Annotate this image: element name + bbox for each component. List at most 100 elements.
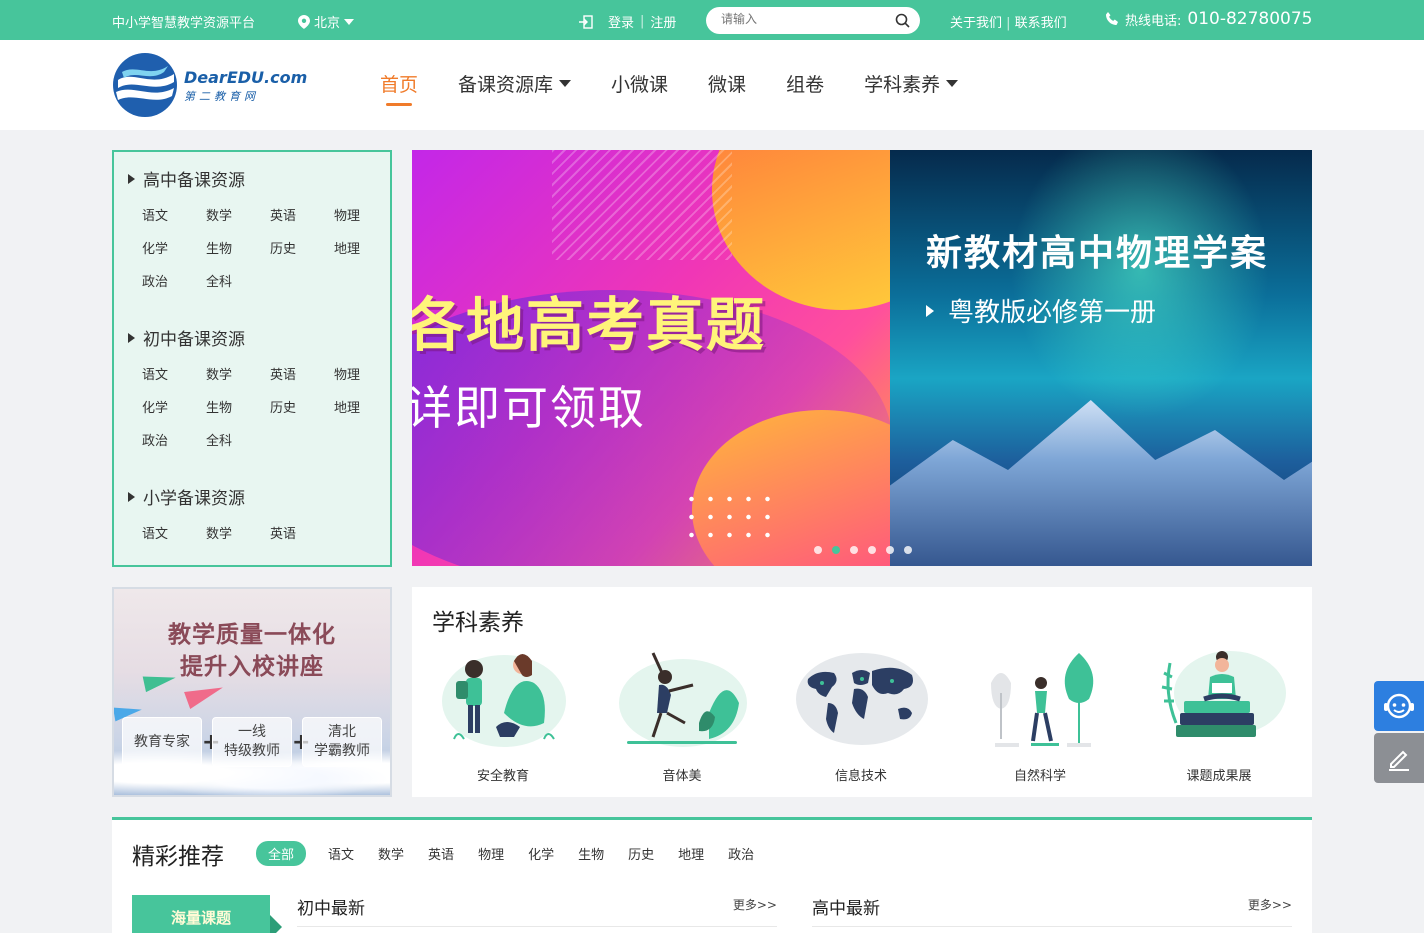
plus-icon: + <box>202 730 220 755</box>
banner-slide-exams[interactable]: 各地高考真题 详即可领取 <box>412 150 890 566</box>
subject-link[interactable]: 政治 <box>142 271 206 290</box>
subject-link[interactable]: 语文 <box>142 523 206 542</box>
nav-home[interactable]: 首页 <box>380 70 419 106</box>
subject-link[interactable]: 英语 <box>270 523 334 542</box>
pager-dot[interactable] <box>886 546 894 554</box>
phone-icon <box>1106 12 1118 25</box>
category-title[interactable]: 初中备课资源 <box>128 325 398 350</box>
separator: | <box>640 14 645 29</box>
banner-slide-physics[interactable]: 新教材高中物理学案 粤教版必修第一册 <box>890 150 1312 566</box>
nav-lesson-resources[interactable]: 备课资源库 <box>458 70 572 97</box>
pager-dot-active[interactable] <box>832 546 840 554</box>
lecture-promo-card[interactable]: 教学质量一体化 提升入校讲座 教育专家 + 一线特级教师 + 清北学霸教师 <box>112 587 392 797</box>
decor-dots <box>682 490 772 542</box>
hotline-number: 010-82780075 <box>1187 9 1313 29</box>
subject-link[interactable]: 地理 <box>334 397 398 416</box>
caret-down-icon <box>946 80 959 87</box>
login-link[interactable]: 登录 <box>608 12 634 31</box>
subject-link[interactable]: 历史 <box>270 238 334 257</box>
platform-name: 中小学智慧教学资源平台 <box>112 16 256 31</box>
category-group-primary: 小学备课资源 语文 数学 英语 <box>128 484 398 542</box>
hotline: 热线电话: 010-82780075 <box>1105 9 1313 29</box>
plus-icon: + <box>292 730 310 755</box>
customer-service-button[interactable] <box>1374 681 1424 731</box>
contact-link[interactable]: 联系我们 <box>1015 16 1067 31</box>
tab-history[interactable]: 历史 <box>628 841 654 866</box>
register-link[interactable]: 注册 <box>650 12 676 31</box>
more-link[interactable]: 更多>> <box>733 896 777 913</box>
column-title: 高中最新 <box>812 899 880 919</box>
banner-subline: 详即可领取 <box>412 381 646 435</box>
pager-dot[interactable] <box>868 546 876 554</box>
tab-geography[interactable]: 地理 <box>678 841 704 866</box>
tab-biology[interactable]: 生物 <box>578 841 604 866</box>
hero-banner[interactable]: 各地高考真题 详即可领取 新教材高中物理学案 粤教版必修第一册 <box>412 150 1312 566</box>
more-link[interactable]: 更多>> <box>1248 896 1292 913</box>
city-selector[interactable]: 北京 <box>298 12 355 31</box>
senior-latest-column: 高中最新 更多>> <box>812 894 1292 927</box>
section-title: 学科素养 <box>432 610 524 636</box>
pager-dot[interactable] <box>850 546 858 554</box>
separator: | <box>1006 16 1015 31</box>
subject-link[interactable]: 语文 <box>142 364 206 383</box>
banner-pager <box>814 546 912 554</box>
literacy-item-it[interactable]: 信息技术 <box>786 643 936 784</box>
subject-link[interactable]: 数学 <box>206 523 270 542</box>
subject-link[interactable]: 全科 <box>206 430 270 449</box>
subject-link[interactable]: 语文 <box>142 205 206 224</box>
nav-subject-literacy[interactable]: 学科素养 <box>864 70 959 97</box>
side-tag[interactable]: 海量课题 <box>132 895 282 933</box>
nav-micro-lessons-label: 微课 <box>708 74 747 96</box>
subject-link[interactable]: 英语 <box>270 364 334 383</box>
subject-link[interactable]: 数学 <box>206 364 270 383</box>
caret-down-icon <box>559 80 572 87</box>
tab-math[interactable]: 数学 <box>378 841 404 866</box>
subject-link[interactable]: 地理 <box>334 238 398 257</box>
literacy-item-arts[interactable]: 音体美 <box>607 643 757 784</box>
pager-dot[interactable] <box>904 546 912 554</box>
category-title[interactable]: 小学备课资源 <box>128 484 398 509</box>
tab-all[interactable]: 全部 <box>256 841 307 866</box>
category-title-label: 小学备课资源 <box>143 489 245 509</box>
subject-link[interactable]: 化学 <box>142 397 206 416</box>
subject-link[interactable]: 全科 <box>206 271 270 290</box>
subject-link[interactable]: 物理 <box>334 205 398 224</box>
subject-link[interactable]: 化学 <box>142 238 206 257</box>
subject-link[interactable]: 物理 <box>334 364 398 383</box>
nav-micro-lessons[interactable]: 微课 <box>708 70 746 97</box>
side-tag-label: 海量课题 <box>170 909 231 927</box>
about-link[interactable]: 关于我们 <box>950 16 1002 31</box>
subject-link[interactable]: 政治 <box>142 430 206 449</box>
divider <box>812 926 1292 927</box>
tab-chinese[interactable]: 语文 <box>328 841 354 866</box>
tab-english[interactable]: 英语 <box>428 841 454 866</box>
search-input[interactable] <box>721 12 881 26</box>
nav-mini-lessons[interactable]: 小微课 <box>611 70 668 97</box>
subject-tabs: 全部 语文 数学 英语 物理 化学 生物 历史 地理 政治 <box>256 841 778 866</box>
paper-plane-icon <box>184 679 226 709</box>
about-links: 关于我们 | 联系我们 <box>950 12 1067 31</box>
literacy-item-safety[interactable]: 安全教育 <box>428 643 578 784</box>
login-icon <box>579 14 593 29</box>
nav-compose-paper[interactable]: 组卷 <box>786 70 824 97</box>
subject-link[interactable]: 历史 <box>270 397 334 416</box>
literacy-item-achievements[interactable]: 课题成果展 <box>1144 643 1294 784</box>
logo[interactable]: DearEDU.com 第二教育网 <box>112 52 312 118</box>
triangle-right-icon <box>128 332 135 343</box>
subject-link[interactable]: 生物 <box>206 397 270 416</box>
literacy-item-science[interactable]: 自然科学 <box>965 643 1115 784</box>
tab-politics[interactable]: 政治 <box>728 841 754 866</box>
tab-chemistry[interactable]: 化学 <box>528 841 554 866</box>
safety-illustration-icon <box>442 654 566 747</box>
pager-dot[interactable] <box>814 546 822 554</box>
nav-home-label: 首页 <box>380 74 419 96</box>
category-title[interactable]: 高中备课资源 <box>128 166 398 191</box>
search-icon[interactable] <box>895 13 910 28</box>
reading-illustration-icon <box>1161 651 1286 737</box>
subject-link[interactable]: 生物 <box>206 238 270 257</box>
literacy-label: 自然科学 <box>1013 769 1066 784</box>
feedback-button[interactable] <box>1374 733 1424 783</box>
tab-physics[interactable]: 物理 <box>478 841 504 866</box>
subject-link[interactable]: 英语 <box>270 205 334 224</box>
subject-link[interactable]: 数学 <box>206 205 270 224</box>
